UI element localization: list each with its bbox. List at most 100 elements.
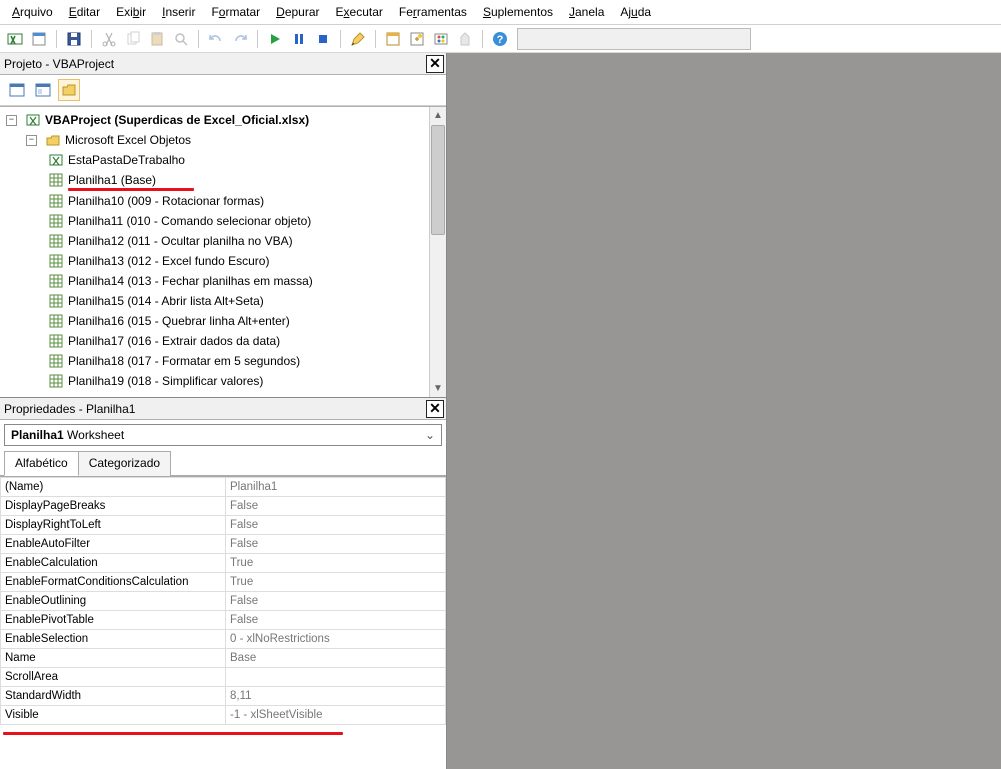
property-value[interactable]: True (226, 554, 446, 573)
property-value[interactable]: Planilha1 (226, 478, 446, 497)
menu-janela[interactable]: Janela (563, 3, 610, 21)
menu-executar[interactable]: Executar (330, 3, 389, 21)
property-value[interactable]: False (226, 592, 446, 611)
find-icon[interactable] (170, 28, 192, 50)
menu-exibir[interactable]: Exibir (110, 3, 152, 21)
insert-module-icon[interactable] (28, 28, 50, 50)
property-value[interactable]: False (226, 516, 446, 535)
paste-icon[interactable] (146, 28, 168, 50)
menu-depurar[interactable]: Depurar (270, 3, 325, 21)
stop-icon[interactable] (312, 28, 334, 50)
property-value[interactable]: 8,11 (226, 687, 446, 706)
tab-alphabetic[interactable]: Alfabético (4, 451, 79, 476)
property-row[interactable]: EnablePivotTableFalse (1, 611, 446, 630)
scroll-down-icon[interactable]: ▼ (430, 380, 446, 397)
property-row[interactable]: DisplayRightToLeftFalse (1, 516, 446, 535)
collapse-icon[interactable]: − (26, 135, 37, 146)
property-row[interactable]: EnableOutliningFalse (1, 592, 446, 611)
property-name: StandardWidth (1, 687, 226, 706)
project-explorer-icon[interactable] (382, 28, 404, 50)
worksheet-icon (48, 273, 64, 289)
tree-item[interactable]: Planilha14 (013 - Fechar planilhas em ma… (4, 271, 446, 291)
project-scrollbar[interactable]: ▲ ▼ (429, 107, 446, 397)
property-name: DisplayPageBreaks (1, 497, 226, 516)
property-name: Visible (1, 706, 226, 725)
tree-item[interactable]: Planilha16 (015 - Quebrar linha Alt+ente… (4, 311, 446, 331)
property-row[interactable]: EnableFormatConditionsCalculationTrue (1, 573, 446, 592)
close-icon[interactable]: ✕ (426, 55, 444, 73)
property-value[interactable] (226, 668, 446, 687)
main-toolbar: ? (0, 25, 1001, 53)
undo-icon[interactable] (205, 28, 227, 50)
folder-icon (45, 132, 61, 148)
property-row[interactable]: NameBase (1, 649, 446, 668)
tree-item[interactable]: EstaPastaDeTrabalho (4, 150, 446, 170)
menu-bar: Arquivo Editar Exibir Inserir Formatar D… (0, 0, 1001, 25)
redo-icon[interactable] (229, 28, 251, 50)
run-icon[interactable] (264, 28, 286, 50)
tree-item[interactable]: Planilha11 (010 - Comando selecionar obj… (4, 211, 446, 231)
property-name: (Name) (1, 478, 226, 497)
save-icon[interactable] (63, 28, 85, 50)
view-object-icon[interactable] (32, 79, 54, 101)
tree-root[interactable]: − VBAProject (Superdicas de Excel_Oficia… (4, 110, 446, 130)
tree-item-label: Planilha13 (012 - Excel fundo Escuro) (68, 251, 269, 271)
property-value[interactable]: Base (226, 649, 446, 668)
menu-formatar[interactable]: Formatar (205, 3, 266, 21)
tree-folder[interactable]: − Microsoft Excel Objetos (4, 130, 446, 150)
pause-icon[interactable] (288, 28, 310, 50)
properties-window-icon[interactable] (406, 28, 428, 50)
tree-item[interactable]: Planilha10 (009 - Rotacionar formas) (4, 191, 446, 211)
design-mode-icon[interactable] (347, 28, 369, 50)
property-row[interactable]: EnableCalculationTrue (1, 554, 446, 573)
property-value[interactable]: True (226, 573, 446, 592)
tree-item[interactable]: Planilha1 (Base) (4, 170, 446, 190)
tree-item[interactable]: Planilha19 (018 - Simplificar valores) (4, 371, 446, 391)
project-toolbar (0, 75, 446, 106)
tree-item-label: Planilha1 (Base) (68, 170, 156, 190)
close-icon[interactable]: ✕ (426, 400, 444, 418)
property-row[interactable]: EnableSelection0 - xlNoRestrictions (1, 630, 446, 649)
property-value[interactable]: False (226, 497, 446, 516)
copy-icon[interactable] (122, 28, 144, 50)
property-row[interactable]: StandardWidth8,11 (1, 687, 446, 706)
properties-grid[interactable]: (Name)Planilha1DisplayPageBreaksFalseDis… (0, 476, 446, 769)
view-code-icon[interactable] (6, 79, 28, 101)
menu-arquivo[interactable]: Arquivo (6, 3, 59, 21)
tab-categorized[interactable]: Categorizado (78, 451, 171, 476)
property-value[interactable]: 0 - xlNoRestrictions (226, 630, 446, 649)
scroll-up-icon[interactable]: ▲ (430, 107, 446, 124)
property-value[interactable]: False (226, 611, 446, 630)
menu-inserir[interactable]: Inserir (156, 3, 201, 21)
view-excel-icon[interactable] (4, 28, 26, 50)
properties-pane-header: Propriedades - Planilha1 ✕ (0, 398, 446, 420)
help-icon[interactable]: ? (489, 28, 511, 50)
property-value[interactable]: False (226, 535, 446, 554)
worksheet-icon (48, 313, 64, 329)
property-row[interactable]: EnableAutoFilterFalse (1, 535, 446, 554)
toolbox-icon[interactable] (454, 28, 476, 50)
tree-item[interactable]: Planilha18 (017 - Formatar em 5 segundos… (4, 351, 446, 371)
tree-item[interactable]: Planilha12 (011 - Ocultar planilha no VB… (4, 231, 446, 251)
object-dropdown[interactable]: Planilha1 Worksheet ⌄ (4, 424, 442, 446)
tree-item[interactable]: Planilha17 (016 - Extrair dados da data) (4, 331, 446, 351)
scroll-thumb[interactable] (431, 125, 445, 235)
property-row[interactable]: Visible-1 - xlSheetVisible (1, 706, 446, 725)
property-row[interactable]: (Name)Planilha1 (1, 478, 446, 497)
object-browser-icon[interactable] (430, 28, 452, 50)
cut-icon[interactable] (98, 28, 120, 50)
tree-item-label: Planilha19 (018 - Simplificar valores) (68, 371, 263, 391)
toggle-folders-icon[interactable] (58, 79, 80, 101)
tree-item[interactable]: Planilha13 (012 - Excel fundo Escuro) (4, 251, 446, 271)
position-box[interactable] (517, 28, 751, 50)
menu-ajuda[interactable]: Ajuda (614, 3, 657, 21)
menu-ferramentas[interactable]: Ferramentas (393, 3, 473, 21)
project-tree[interactable]: − VBAProject (Superdicas de Excel_Oficia… (0, 106, 446, 397)
property-row[interactable]: ScrollArea (1, 668, 446, 687)
menu-editar[interactable]: Editar (63, 3, 106, 21)
collapse-icon[interactable]: − (6, 115, 17, 126)
property-row[interactable]: DisplayPageBreaksFalse (1, 497, 446, 516)
tree-item[interactable]: Planilha15 (014 - Abrir lista Alt+Seta) (4, 291, 446, 311)
property-value[interactable]: -1 - xlSheetVisible (226, 706, 446, 725)
menu-suplementos[interactable]: Suplementos (477, 3, 559, 21)
